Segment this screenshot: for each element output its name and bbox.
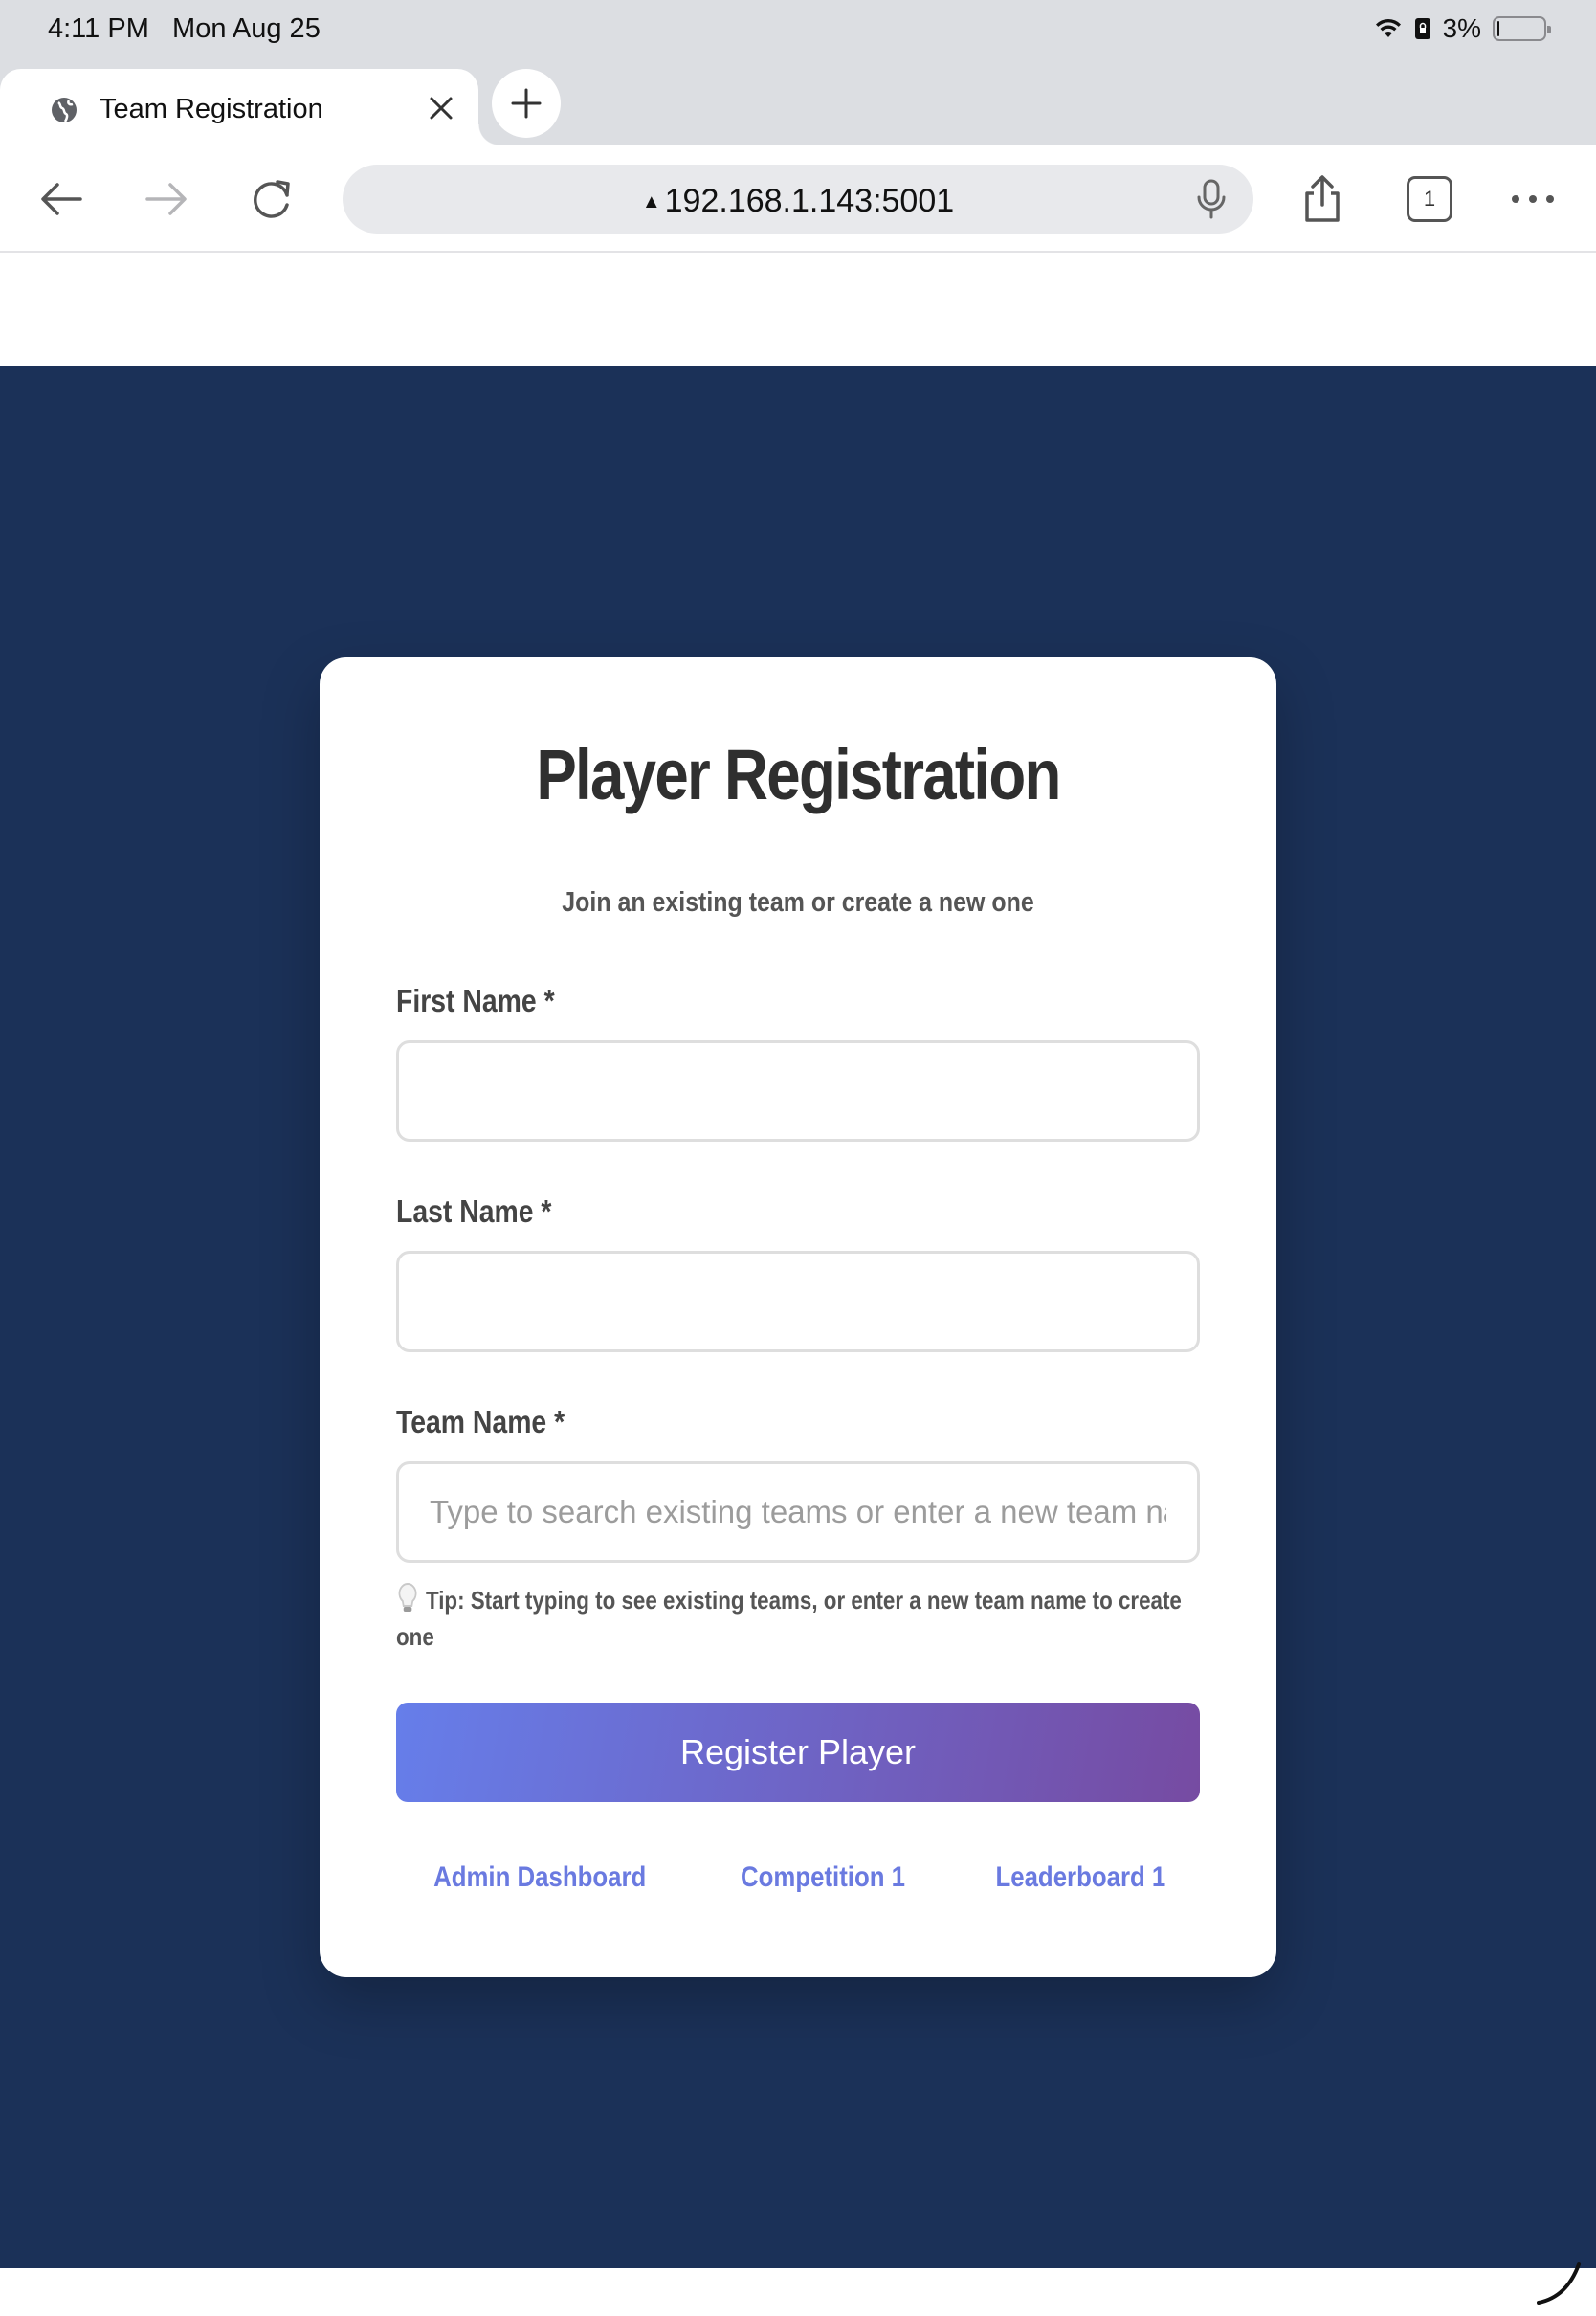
status-bar: 4:11 PM Mon Aug 25 3% [0, 0, 1596, 59]
plus-icon [511, 88, 542, 119]
browser-toolbar: ▲ 192.168.1.143:5001 1 [0, 145, 1596, 253]
status-clock: 4:11 PM [48, 13, 149, 44]
url-value: 192.168.1.143:5001 [664, 183, 955, 219]
competition-link[interactable]: Competition 1 [741, 1861, 905, 1894]
battery-fill [1497, 21, 1499, 36]
share-icon[interactable] [1296, 172, 1349, 226]
close-icon[interactable] [425, 92, 457, 124]
leaderboard-link[interactable]: Leaderboard 1 [995, 1861, 1165, 1894]
register-player-button[interactable]: Register Player [396, 1703, 1200, 1802]
warning-icon: ▲ [641, 191, 661, 212]
admin-dashboard-link[interactable]: Admin Dashboard [434, 1861, 647, 1894]
tab-title: Team Registration [100, 94, 323, 124]
registration-card: Player Registration Join an existing tea… [320, 657, 1276, 1977]
page-bottom-strip [0, 2268, 1596, 2316]
tip-text: Tip: Start typing to see existing teams,… [396, 1586, 1182, 1651]
battery-icon [1493, 16, 1551, 41]
page-subtitle: Join an existing team or create a new on… [562, 887, 1034, 918]
lightbulb-icon [398, 1582, 417, 1612]
microphone-icon[interactable] [1192, 178, 1230, 220]
forward-arrow-icon[interactable] [140, 172, 193, 226]
orientation-lock-icon [1414, 17, 1431, 40]
more-icon[interactable] [1506, 172, 1560, 226]
team-name-input[interactable] [396, 1461, 1200, 1563]
new-tab-button[interactable] [492, 69, 561, 138]
page-title: Player Registration [536, 735, 1061, 814]
wifi-icon [1374, 18, 1403, 39]
last-name-input[interactable] [396, 1251, 1200, 1352]
tab-strip: Team Registration [0, 59, 1596, 145]
browser-tab[interactable]: Team Registration [0, 69, 499, 145]
status-date: Mon Aug 25 [172, 13, 321, 44]
resize-corner-icon [1537, 2262, 1581, 2305]
last-name-label: Last Name * [396, 1193, 552, 1229]
team-name-label: Team Name * [396, 1404, 565, 1439]
reload-icon[interactable] [245, 172, 299, 226]
first-name-input[interactable] [396, 1040, 1200, 1142]
address-bar[interactable]: ▲ 192.168.1.143:5001 [343, 165, 1253, 234]
status-indicators: 3% [1374, 13, 1551, 44]
footer-links: Admin Dashboard Competition 1 Leaderboar… [320, 1861, 1276, 1894]
back-arrow-icon[interactable] [34, 172, 88, 226]
globe-icon [52, 98, 77, 122]
url-text: ▲ 192.168.1.143:5001 [343, 183, 1253, 220]
first-name-label: First Name * [396, 983, 555, 1018]
team-name-tip: Tip: Start typing to see existing teams,… [396, 1582, 1190, 1655]
battery-percent: 3% [1442, 13, 1481, 43]
page-top-strip [0, 253, 1596, 366]
tab-count-button[interactable]: 1 [1407, 176, 1452, 222]
status-time: 4:11 PM Mon Aug 25 [48, 13, 321, 45]
